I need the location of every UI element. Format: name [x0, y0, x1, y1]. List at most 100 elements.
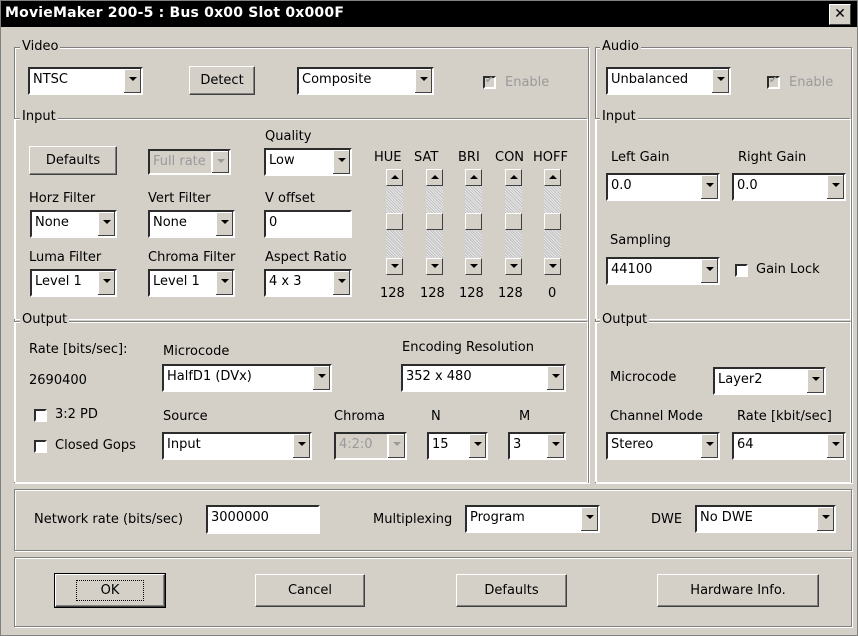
video-connector-select[interactable]: Composite — [297, 67, 434, 95]
window-title: MovieMaker 200-5 : Bus 0x00 Slot 0x000F — [5, 5, 345, 21]
chevron-down-icon[interactable] — [215, 271, 233, 295]
audio-enable-label: Enable — [789, 75, 834, 90]
network-rate-input[interactable]: 3000000 — [206, 505, 320, 534]
chevron-down-icon[interactable] — [816, 507, 834, 531]
dwe-label: DWE — [651, 512, 683, 527]
title-bar: MovieMaker 200-5 : Bus 0x00 Slot 0x000F … — [1, 1, 857, 27]
hoff-thumb[interactable] — [544, 213, 561, 230]
source-select[interactable]: Input — [162, 432, 312, 460]
gain-lock-checkbox[interactable] — [735, 264, 748, 277]
pulldown-checkbox[interactable] — [34, 409, 47, 422]
chevron-down-icon[interactable] — [700, 434, 718, 458]
chevron-down-icon[interactable] — [826, 434, 844, 458]
n-select[interactable]: 15 — [427, 432, 488, 460]
luma-filter-select[interactable]: Level 1 — [30, 269, 117, 297]
hoff-label: HOFF — [533, 150, 568, 165]
chevron-down-icon[interactable] — [332, 271, 350, 295]
right-gain-value: 0.0 — [737, 178, 758, 193]
rate-value: 2690400 — [29, 373, 87, 388]
input-defaults-button[interactable]: Defaults — [29, 146, 117, 175]
multiplexing-label: Multiplexing — [373, 512, 453, 527]
scroll-up-icon[interactable] — [505, 169, 522, 186]
chevron-down-icon[interactable] — [580, 507, 598, 531]
video-standard-select[interactable]: NTSC — [28, 67, 143, 95]
chevron-down-icon[interactable] — [826, 175, 844, 199]
chevron-down-icon[interactable] — [806, 369, 824, 393]
m-select[interactable]: 3 — [508, 432, 566, 460]
scroll-down-icon[interactable] — [426, 258, 443, 275]
sampling-select[interactable]: 44100 — [606, 257, 720, 285]
detect-button[interactable]: Detect — [189, 66, 255, 95]
video-enable-checkbox[interactable] — [483, 75, 496, 89]
audio-enable-checkbox[interactable] — [767, 75, 780, 89]
chevron-down-icon[interactable] — [292, 434, 310, 458]
chevron-down-icon[interactable] — [123, 69, 141, 93]
audio-microcode-select[interactable]: Layer2 — [713, 367, 826, 395]
hardware-info-button[interactable]: Hardware Info. — [657, 574, 819, 607]
bri-thumb[interactable] — [465, 213, 482, 230]
chevron-down-icon[interactable] — [332, 150, 350, 174]
scroll-up-icon[interactable] — [465, 169, 482, 186]
audio-balance-select[interactable]: Unbalanced — [606, 67, 731, 95]
multiplexing-select[interactable]: Program — [465, 505, 600, 533]
chevron-down-icon[interactable] — [414, 69, 432, 93]
dwe-value: No DWE — [700, 510, 753, 525]
scroll-down-icon[interactable] — [465, 258, 482, 275]
chevron-down-icon[interactable] — [546, 366, 564, 390]
cancel-button[interactable]: Cancel — [255, 574, 365, 607]
chevron-down-icon[interactable] — [700, 259, 718, 283]
scroll-down-icon[interactable] — [544, 258, 561, 275]
dwe-select[interactable]: No DWE — [695, 505, 836, 533]
chevron-down-icon[interactable] — [97, 271, 115, 295]
chevron-down-icon[interactable] — [700, 175, 718, 199]
chevron-down-icon[interactable] — [468, 434, 486, 458]
audio-rate-select[interactable]: 64 — [732, 432, 846, 460]
aspect-ratio-label: Aspect Ratio — [265, 250, 347, 265]
chevron-down-icon[interactable] — [215, 212, 233, 236]
audio-microcode-value: Layer2 — [718, 372, 763, 387]
chevron-down-icon[interactable] — [711, 69, 729, 93]
voffset-input[interactable]: 0 — [264, 210, 352, 238]
aspect-ratio-select[interactable]: 4 x 3 — [264, 269, 352, 297]
horz-filter-select[interactable]: None — [30, 210, 117, 238]
quality-select[interactable]: Low — [264, 148, 352, 176]
scroll-up-icon[interactable] — [386, 169, 403, 186]
encoding-resolution-select[interactable]: 352 x 480 — [401, 364, 566, 392]
con-thumb[interactable] — [505, 213, 522, 230]
hue-label: HUE — [374, 150, 402, 165]
sat-label: SAT — [414, 150, 439, 165]
chroma-select: 4:2:0 — [334, 432, 407, 460]
scroll-down-icon[interactable] — [386, 258, 403, 275]
video-standard-value: NTSC — [33, 72, 68, 87]
close-button[interactable]: ✕ — [829, 4, 851, 25]
audio-rate-value: 64 — [737, 437, 754, 452]
scroll-up-icon[interactable] — [544, 169, 561, 186]
vert-filter-select[interactable]: None — [148, 210, 235, 238]
chevron-down-icon[interactable] — [546, 434, 564, 458]
rate-label: Rate [bits/sec]: — [29, 342, 128, 357]
bri-label: BRI — [458, 150, 480, 165]
microcode-select[interactable]: HalfD1 (DVx) — [162, 364, 332, 392]
chevron-down-icon — [211, 151, 229, 173]
sampling-label: Sampling — [610, 233, 671, 248]
sat-value: 128 — [420, 286, 445, 301]
chevron-down-icon[interactable] — [312, 366, 330, 390]
defaults-button[interactable]: Defaults — [456, 574, 567, 607]
scroll-down-icon[interactable] — [505, 258, 522, 275]
closed-gops-label: Closed Gops — [55, 438, 136, 453]
ok-button[interactable]: OK — [54, 573, 166, 608]
scroll-up-icon[interactable] — [426, 169, 443, 186]
sat-thumb[interactable] — [426, 213, 443, 230]
hue-value: 128 — [380, 286, 405, 301]
left-gain-select[interactable]: 0.0 — [606, 173, 720, 201]
output-legend: Output — [20, 312, 70, 327]
quality-value: Low — [269, 153, 295, 168]
chroma-filter-select[interactable]: Level 1 — [148, 269, 235, 297]
closed-gops-checkbox[interactable] — [34, 440, 47, 453]
con-value: 128 — [498, 286, 523, 301]
right-gain-select[interactable]: 0.0 — [732, 173, 846, 201]
hue-thumb[interactable] — [386, 213, 403, 230]
chevron-down-icon[interactable] — [97, 212, 115, 236]
channel-mode-select[interactable]: Stereo — [606, 432, 720, 460]
video-connector-value: Composite — [302, 72, 372, 87]
